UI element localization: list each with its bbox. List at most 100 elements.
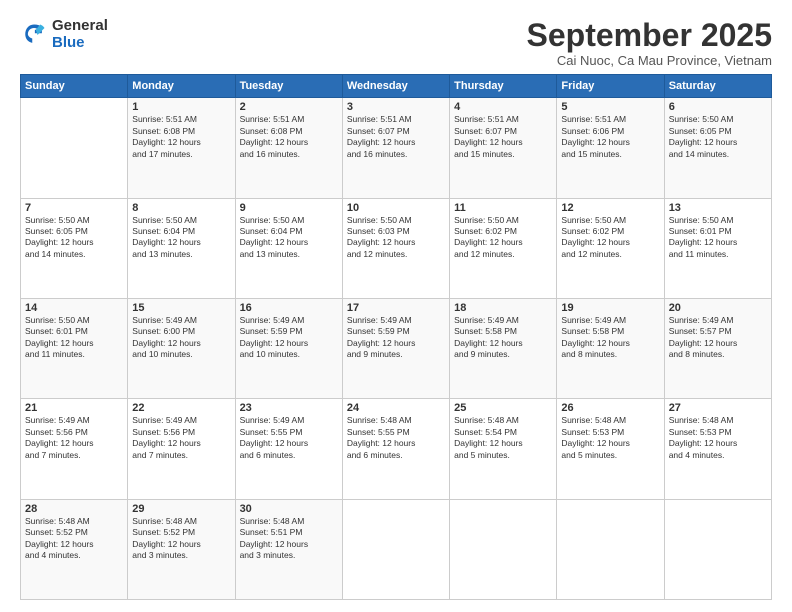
day-number: 22 [132, 402, 230, 414]
day-info: Sunrise: 5:50 AM Sunset: 6:05 PM Dayligh… [669, 114, 767, 160]
calendar-table: Sunday Monday Tuesday Wednesday Thursday… [20, 74, 772, 600]
day-info: Sunrise: 5:51 AM Sunset: 6:07 PM Dayligh… [347, 114, 445, 160]
day-info: Sunrise: 5:49 AM Sunset: 5:56 PM Dayligh… [25, 415, 123, 461]
day-info: Sunrise: 5:50 AM Sunset: 6:02 PM Dayligh… [454, 215, 552, 261]
day-info: Sunrise: 5:48 AM Sunset: 5:53 PM Dayligh… [669, 415, 767, 461]
day-info: Sunrise: 5:49 AM Sunset: 5:55 PM Dayligh… [240, 415, 338, 461]
day-number: 3 [347, 101, 445, 113]
day-info: Sunrise: 5:50 AM Sunset: 6:05 PM Dayligh… [25, 215, 123, 261]
title-block: September 2025 Cai Nuoc, Ca Mau Province… [527, 18, 772, 68]
day-number: 18 [454, 302, 552, 314]
day-number: 17 [347, 302, 445, 314]
logo-icon [20, 21, 48, 49]
day-number: 26 [561, 402, 659, 414]
calendar-week-1: 1Sunrise: 5:51 AM Sunset: 6:08 PM Daylig… [21, 98, 772, 198]
page: General Blue September 2025 Cai Nuoc, Ca… [0, 0, 792, 612]
calendar-cell: 10Sunrise: 5:50 AM Sunset: 6:03 PM Dayli… [342, 198, 449, 298]
calendar-header-row: Sunday Monday Tuesday Wednesday Thursday… [21, 75, 772, 98]
calendar-cell: 27Sunrise: 5:48 AM Sunset: 5:53 PM Dayli… [664, 399, 771, 499]
day-info: Sunrise: 5:49 AM Sunset: 5:57 PM Dayligh… [669, 315, 767, 361]
calendar-cell: 7Sunrise: 5:50 AM Sunset: 6:05 PM Daylig… [21, 198, 128, 298]
day-info: Sunrise: 5:48 AM Sunset: 5:52 PM Dayligh… [25, 516, 123, 562]
day-number: 29 [132, 503, 230, 515]
logo-general-text: General [52, 18, 108, 35]
col-sunday: Sunday [21, 75, 128, 98]
col-wednesday: Wednesday [342, 75, 449, 98]
calendar-cell: 6Sunrise: 5:50 AM Sunset: 6:05 PM Daylig… [664, 98, 771, 198]
day-info: Sunrise: 5:48 AM Sunset: 5:54 PM Dayligh… [454, 415, 552, 461]
calendar-cell: 17Sunrise: 5:49 AM Sunset: 5:59 PM Dayli… [342, 298, 449, 398]
day-number: 5 [561, 101, 659, 113]
day-info: Sunrise: 5:49 AM Sunset: 5:56 PM Dayligh… [132, 415, 230, 461]
day-info: Sunrise: 5:49 AM Sunset: 5:58 PM Dayligh… [561, 315, 659, 361]
calendar-cell: 1Sunrise: 5:51 AM Sunset: 6:08 PM Daylig… [128, 98, 235, 198]
col-saturday: Saturday [664, 75, 771, 98]
day-number: 4 [454, 101, 552, 113]
day-number: 15 [132, 302, 230, 314]
day-number: 20 [669, 302, 767, 314]
calendar-cell: 22Sunrise: 5:49 AM Sunset: 5:56 PM Dayli… [128, 399, 235, 499]
day-info: Sunrise: 5:49 AM Sunset: 5:59 PM Dayligh… [347, 315, 445, 361]
day-number: 23 [240, 402, 338, 414]
day-info: Sunrise: 5:51 AM Sunset: 6:08 PM Dayligh… [240, 114, 338, 160]
calendar-cell [450, 499, 557, 599]
calendar-cell [664, 499, 771, 599]
calendar-cell: 4Sunrise: 5:51 AM Sunset: 6:07 PM Daylig… [450, 98, 557, 198]
calendar-cell: 24Sunrise: 5:48 AM Sunset: 5:55 PM Dayli… [342, 399, 449, 499]
day-number: 16 [240, 302, 338, 314]
calendar-cell: 12Sunrise: 5:50 AM Sunset: 6:02 PM Dayli… [557, 198, 664, 298]
day-number: 19 [561, 302, 659, 314]
day-info: Sunrise: 5:50 AM Sunset: 6:02 PM Dayligh… [561, 215, 659, 261]
day-number: 7 [25, 202, 123, 214]
day-info: Sunrise: 5:50 AM Sunset: 6:04 PM Dayligh… [240, 215, 338, 261]
day-number: 28 [25, 503, 123, 515]
calendar-cell [342, 499, 449, 599]
day-number: 9 [240, 202, 338, 214]
col-friday: Friday [557, 75, 664, 98]
day-number: 10 [347, 202, 445, 214]
title-month: September 2025 [527, 18, 772, 53]
day-info: Sunrise: 5:51 AM Sunset: 6:08 PM Dayligh… [132, 114, 230, 160]
col-tuesday: Tuesday [235, 75, 342, 98]
day-number: 6 [669, 101, 767, 113]
calendar-cell: 14Sunrise: 5:50 AM Sunset: 6:01 PM Dayli… [21, 298, 128, 398]
day-info: Sunrise: 5:50 AM Sunset: 6:04 PM Dayligh… [132, 215, 230, 261]
logo-text: General Blue [52, 18, 108, 51]
calendar-cell: 5Sunrise: 5:51 AM Sunset: 6:06 PM Daylig… [557, 98, 664, 198]
calendar-cell: 16Sunrise: 5:49 AM Sunset: 5:59 PM Dayli… [235, 298, 342, 398]
calendar-cell: 8Sunrise: 5:50 AM Sunset: 6:04 PM Daylig… [128, 198, 235, 298]
calendar-cell: 13Sunrise: 5:50 AM Sunset: 6:01 PM Dayli… [664, 198, 771, 298]
day-info: Sunrise: 5:48 AM Sunset: 5:52 PM Dayligh… [132, 516, 230, 562]
calendar-cell: 28Sunrise: 5:48 AM Sunset: 5:52 PM Dayli… [21, 499, 128, 599]
calendar-cell: 23Sunrise: 5:49 AM Sunset: 5:55 PM Dayli… [235, 399, 342, 499]
calendar-cell: 26Sunrise: 5:48 AM Sunset: 5:53 PM Dayli… [557, 399, 664, 499]
calendar-week-4: 21Sunrise: 5:49 AM Sunset: 5:56 PM Dayli… [21, 399, 772, 499]
calendar-cell: 20Sunrise: 5:49 AM Sunset: 5:57 PM Dayli… [664, 298, 771, 398]
day-number: 21 [25, 402, 123, 414]
day-info: Sunrise: 5:48 AM Sunset: 5:51 PM Dayligh… [240, 516, 338, 562]
day-number: 27 [669, 402, 767, 414]
day-number: 14 [25, 302, 123, 314]
calendar-cell: 15Sunrise: 5:49 AM Sunset: 6:00 PM Dayli… [128, 298, 235, 398]
calendar-cell: 18Sunrise: 5:49 AM Sunset: 5:58 PM Dayli… [450, 298, 557, 398]
day-number: 24 [347, 402, 445, 414]
calendar-cell [557, 499, 664, 599]
calendar-week-5: 28Sunrise: 5:48 AM Sunset: 5:52 PM Dayli… [21, 499, 772, 599]
calendar-cell: 11Sunrise: 5:50 AM Sunset: 6:02 PM Dayli… [450, 198, 557, 298]
day-info: Sunrise: 5:50 AM Sunset: 6:03 PM Dayligh… [347, 215, 445, 261]
day-number: 30 [240, 503, 338, 515]
calendar-cell [21, 98, 128, 198]
calendar-cell: 2Sunrise: 5:51 AM Sunset: 6:08 PM Daylig… [235, 98, 342, 198]
day-number: 1 [132, 101, 230, 113]
day-number: 25 [454, 402, 552, 414]
day-number: 2 [240, 101, 338, 113]
day-info: Sunrise: 5:50 AM Sunset: 6:01 PM Dayligh… [25, 315, 123, 361]
day-info: Sunrise: 5:48 AM Sunset: 5:53 PM Dayligh… [561, 415, 659, 461]
day-number: 8 [132, 202, 230, 214]
day-info: Sunrise: 5:49 AM Sunset: 5:59 PM Dayligh… [240, 315, 338, 361]
day-info: Sunrise: 5:49 AM Sunset: 6:00 PM Dayligh… [132, 315, 230, 361]
calendar-week-3: 14Sunrise: 5:50 AM Sunset: 6:01 PM Dayli… [21, 298, 772, 398]
day-number: 13 [669, 202, 767, 214]
col-monday: Monday [128, 75, 235, 98]
day-info: Sunrise: 5:51 AM Sunset: 6:06 PM Dayligh… [561, 114, 659, 160]
